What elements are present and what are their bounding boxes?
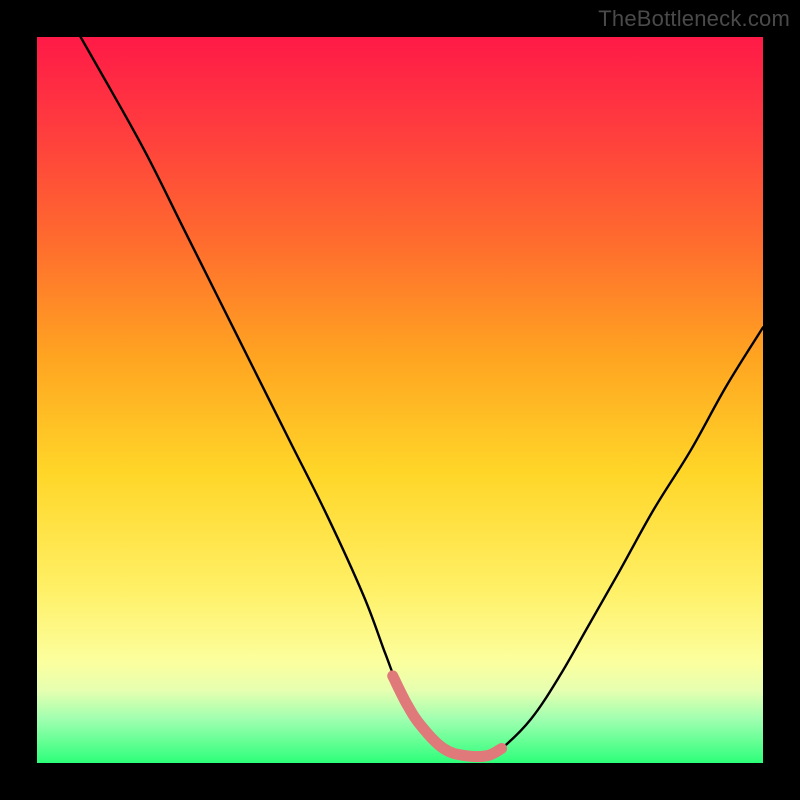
bottleneck-curve	[81, 37, 763, 757]
chart-frame: TheBottleneck.com	[0, 0, 800, 800]
line-chart-svg	[37, 37, 763, 763]
watermark-label: TheBottleneck.com	[598, 6, 790, 32]
plot-area	[37, 37, 763, 763]
highlight-segment	[393, 676, 502, 757]
